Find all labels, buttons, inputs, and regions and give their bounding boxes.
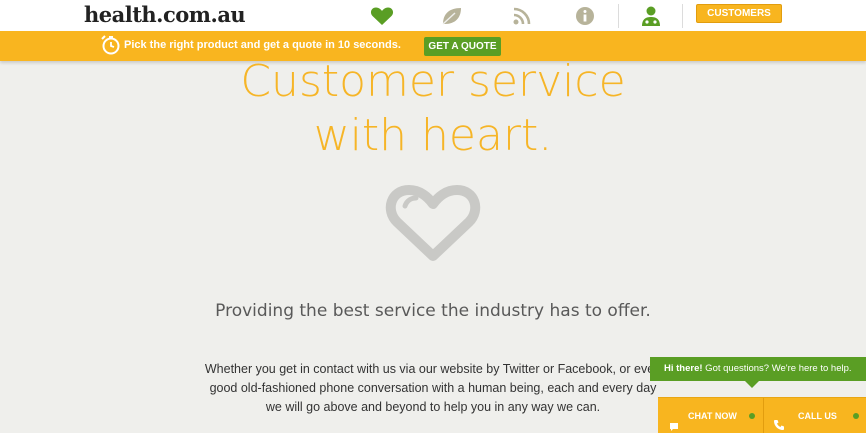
intro-line-1: Whether you get in contact with us via o… — [204, 362, 662, 376]
heart-outline-icon — [383, 184, 483, 264]
doctor-icon[interactable] — [639, 5, 663, 27]
headline-line-1: Customer service — [240, 56, 626, 107]
nav-divider — [682, 4, 683, 28]
leaf-icon[interactable] — [440, 5, 464, 27]
heart-icon[interactable] — [370, 5, 394, 27]
chat-greeting-text: Got questions? We're here to help. — [702, 363, 852, 374]
timer-icon — [101, 35, 121, 55]
chat-icon — [669, 411, 679, 431]
site-logo[interactable]: health.com.au — [84, 2, 246, 27]
intro-line-3: we will go above and beyond to help you … — [265, 400, 601, 414]
chat-online-indicator — [749, 413, 755, 419]
top-header: health.com.au CUSTOMERS — [0, 0, 866, 31]
chat-greeting-bubble[interactable]: Hi there! Got questions? We're here to h… — [650, 357, 866, 381]
call-us-button[interactable]: CALL US — [764, 398, 866, 433]
info-icon[interactable] — [573, 5, 597, 27]
call-online-indicator — [853, 413, 859, 419]
quote-prompt-text: Pick the right product and get a quote i… — [124, 39, 401, 51]
page-subtitle: Providing the best service the industry … — [215, 301, 651, 321]
page-headline: Customer service with heart. — [0, 55, 866, 163]
customers-button[interactable]: CUSTOMERS — [696, 4, 782, 23]
chat-bubble-pointer — [744, 380, 760, 388]
call-us-label: CALL US — [798, 411, 837, 421]
chat-greeting-bold: Hi there! — [664, 363, 703, 374]
intro-line-2: good old-fashioned phone conversation wi… — [209, 381, 657, 395]
chat-now-label: CHAT NOW — [688, 411, 737, 421]
chat-now-button[interactable]: CHAT NOW — [658, 398, 763, 433]
nav-divider — [618, 4, 619, 28]
rss-icon[interactable] — [510, 5, 534, 27]
headline-line-2: with heart. — [313, 110, 553, 161]
intro-paragraph: Whether you get in contact with us via o… — [176, 360, 690, 417]
contact-widget-bar: CHAT NOW CALL US — [658, 397, 866, 433]
phone-icon — [773, 410, 785, 430]
get-a-quote-button[interactable]: GET A QUOTE — [424, 37, 501, 56]
